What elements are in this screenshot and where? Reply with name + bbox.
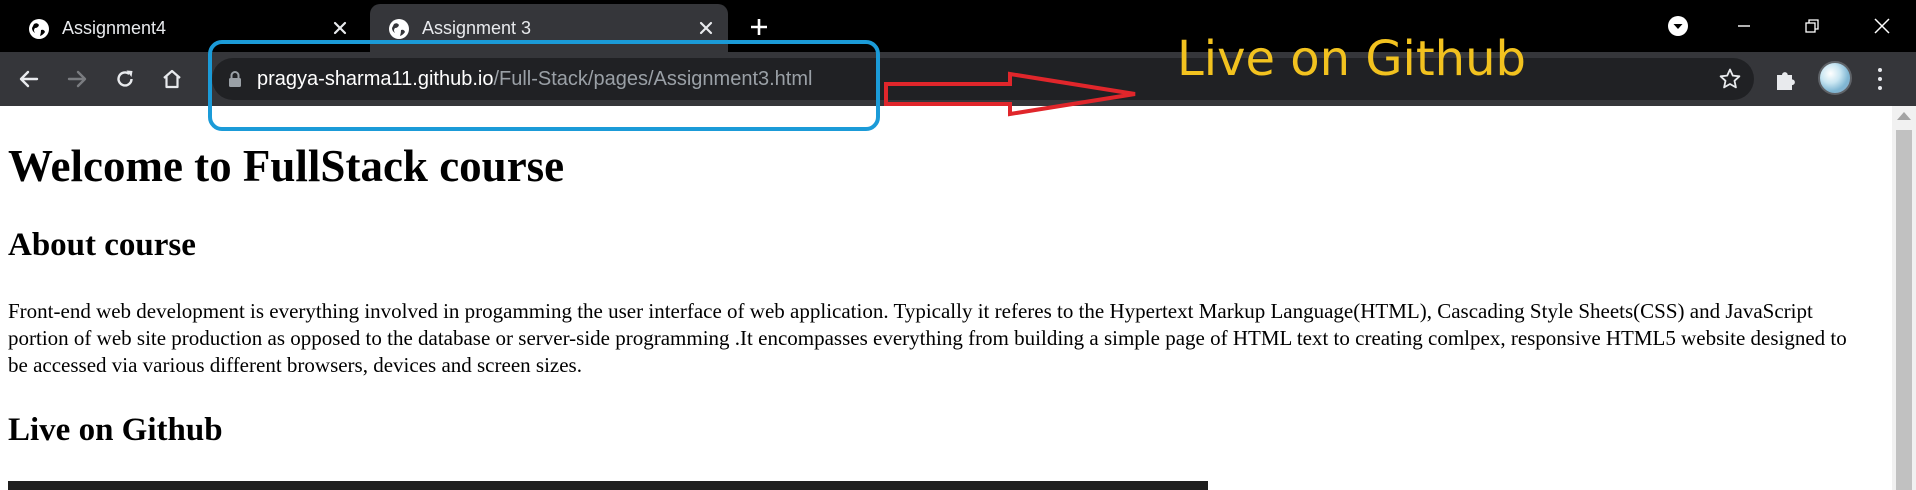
forward-arrow-icon (67, 70, 87, 88)
restore-button[interactable] (1792, 6, 1832, 46)
back-button[interactable] (12, 62, 46, 96)
reload-button[interactable] (108, 62, 142, 96)
avatar[interactable] (1818, 61, 1852, 95)
about-heading: About course (8, 227, 196, 263)
minimize-button[interactable] (1724, 6, 1764, 46)
restore-icon (1805, 19, 1819, 33)
tab-close-button[interactable] (328, 16, 352, 40)
tab-close-button[interactable] (694, 16, 718, 40)
star-icon[interactable] (1718, 67, 1742, 91)
home-icon (163, 69, 181, 89)
close-icon (333, 21, 347, 35)
page-content: Welcome to FullStack course About course… (0, 106, 1892, 490)
globe-icon (389, 19, 409, 39)
close-window-button[interactable] (1862, 6, 1902, 46)
home-button[interactable] (155, 62, 189, 96)
back-arrow-icon (19, 70, 39, 88)
close-icon (699, 21, 713, 35)
reload-icon (117, 70, 133, 87)
annotation-label: Live on Github (1177, 31, 1526, 87)
plus-icon (751, 19, 767, 35)
scroll-thumb[interactable] (1896, 130, 1912, 490)
tab-title: Assignment4 (62, 18, 167, 38)
screenshot-embed (8, 481, 1208, 490)
tab-title: Assignment 3 (422, 18, 532, 38)
new-tab-button[interactable] (744, 12, 774, 42)
minimize-icon (1738, 25, 1750, 27)
globe-icon (29, 19, 49, 39)
live-heading: Live on Github (8, 412, 223, 448)
vertical-scrollbar[interactable] (1892, 106, 1916, 490)
annotation-arrow (884, 71, 1136, 117)
page-title: Welcome to FullStack course (8, 141, 565, 191)
puzzle-icon[interactable] (1772, 65, 1802, 95)
tab-search-button[interactable] (1658, 6, 1698, 46)
close-icon (1874, 18, 1890, 34)
scroll-up-arrow-icon[interactable] (1897, 112, 1911, 120)
annotation-highlight-box (208, 40, 880, 131)
chevron-down-circle-icon (1668, 16, 1688, 36)
about-paragraph: Front-end web development is everything … (8, 299, 1847, 377)
forward-button[interactable] (60, 62, 94, 96)
kebab-menu-icon[interactable] (1868, 64, 1892, 94)
